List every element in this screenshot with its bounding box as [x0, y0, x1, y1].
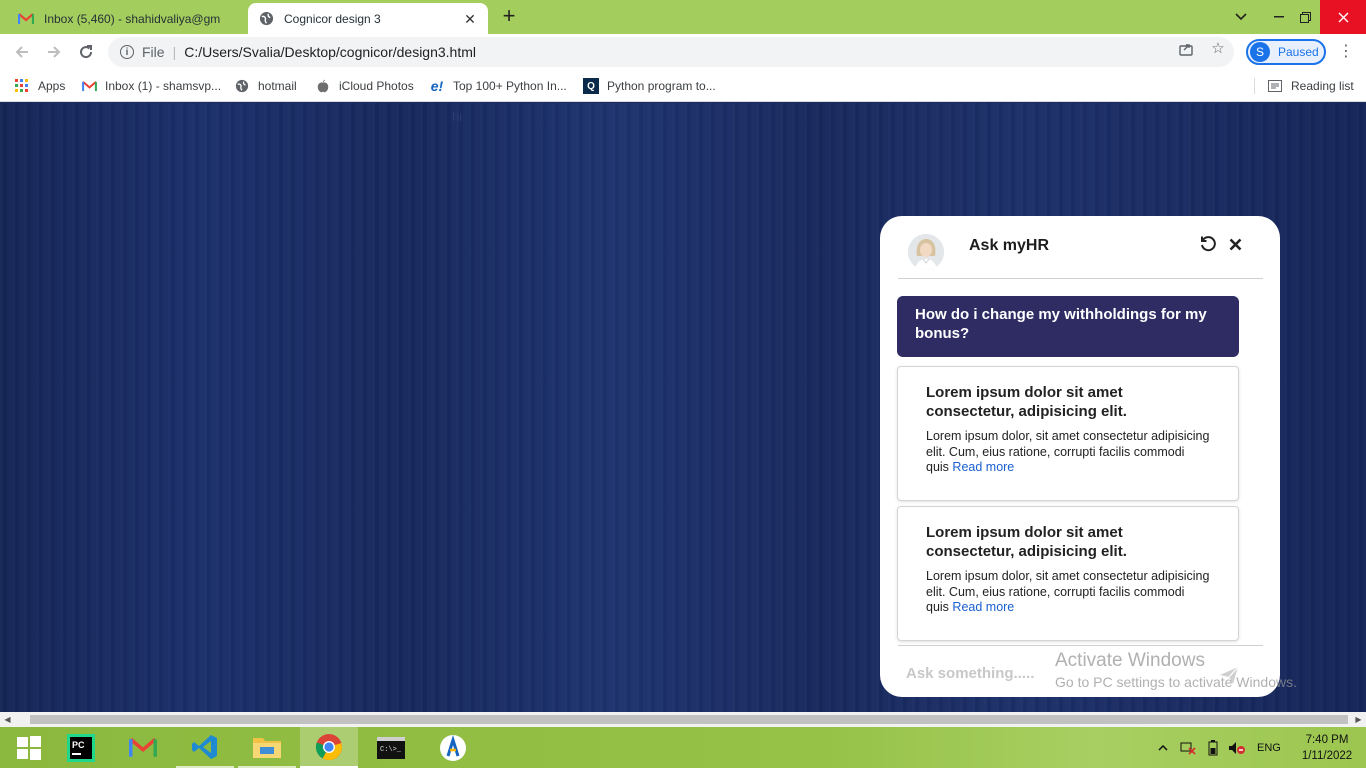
edureka-icon: e! [430, 78, 444, 94]
profile-button[interactable]: S Paused [1246, 39, 1326, 65]
globe-icon [258, 11, 274, 27]
bookmark-divider [1254, 78, 1255, 94]
chat-widget: Ask myHR How do i change my withholdings… [880, 216, 1280, 697]
tab-strip: Inbox (5,460) - shahidvaliya@gm Cognicor… [0, 0, 1366, 34]
reading-list-button[interactable]: Reading list [1267, 76, 1354, 96]
pycharm-taskbar-icon[interactable]: PC [52, 727, 110, 768]
gmail-icon [18, 11, 34, 27]
vscode-taskbar-icon[interactable] [176, 727, 234, 768]
answer-card: Lorem ipsum dolor sit amet consectetur, … [897, 506, 1239, 641]
tab-title: Inbox (5,460) - shahidvaliya@gm [44, 11, 221, 26]
user-message-bubble: How do i change my withholdings for my b… [897, 296, 1239, 357]
address-bar[interactable]: i File | C:/Users/Svalia/Desktop/cognico… [108, 37, 1234, 67]
tab-search-chevron-icon[interactable] [1224, 0, 1258, 34]
url-text[interactable]: C:/Users/Svalia/Desktop/cognicor/design3… [184, 44, 476, 60]
forward-arrow-icon[interactable] [44, 42, 64, 62]
close-window-button[interactable] [1320, 0, 1366, 34]
bot-avatar [908, 234, 944, 270]
bookmark-gmail-inbox[interactable]: Inbox (1) - shamsvp... [81, 76, 221, 96]
command-prompt-taskbar-icon[interactable]: C:\>_ [362, 727, 420, 768]
gmail-icon [81, 78, 97, 94]
battery-icon[interactable] [1208, 727, 1218, 768]
back-arrow-icon[interactable] [12, 42, 32, 62]
watermark-title: Activate Windows [1055, 650, 1205, 671]
bookmark-label: Apps [38, 79, 66, 93]
reading-list-icon [1267, 78, 1283, 94]
tab-gmail-inbox[interactable]: Inbox (5,460) - shahidvaliya@gm [8, 3, 248, 34]
gmail-taskbar-icon[interactable] [114, 727, 172, 768]
scrollbar-thumb[interactable] [30, 715, 1348, 724]
clock-date: 1/11/2022 [1301, 750, 1353, 762]
profile-avatar: S [1250, 42, 1270, 62]
windows-taskbar: PC C:\>_ ENG 7:40 PM 1/11/2022 [0, 727, 1366, 768]
scheme-separator: | [172, 44, 177, 60]
bookmarks-bar: Apps Inbox (1) - shamsvp... hotmail iClo… [0, 70, 1366, 102]
reload-icon[interactable] [76, 42, 96, 62]
card-title: Lorem ipsum dolor sit amet consectetur, … [926, 384, 1127, 420]
share-icon[interactable] [1178, 41, 1194, 57]
clock-time: 7:40 PM [1305, 734, 1349, 746]
svg-text:PC: PC [72, 740, 85, 750]
card-body: Lorem ipsum dolor, sit amet consectetur … [926, 569, 1210, 616]
volume-muted-icon[interactable] [1228, 727, 1246, 768]
browser-toolbar: i File | C:/Users/Svalia/Desktop/cognico… [0, 34, 1366, 70]
profile-status: Paused [1278, 45, 1319, 59]
restore-button[interactable] [1288, 0, 1322, 34]
bookmark-label: hotmail [258, 79, 297, 93]
apple-icon [315, 78, 331, 94]
bookmark-python-interview[interactable]: e! Top 100+ Python In... [429, 76, 567, 96]
chat-header: Ask myHR [898, 216, 1263, 279]
scroll-left-arrow-icon[interactable]: ◀ [0, 712, 15, 727]
close-tab-icon[interactable]: ✕ [462, 11, 478, 27]
star-bookmark-icon[interactable]: ☆ [1210, 41, 1226, 57]
card-title: Lorem ipsum dolor sit amet consectetur, … [926, 524, 1127, 560]
hi-text: hi [452, 109, 463, 124]
read-more-link[interactable]: Read more [952, 460, 1014, 474]
bookmark-apps[interactable]: Apps [14, 76, 65, 96]
watermark-subtitle: Go to PC settings to activate Windows. [1055, 674, 1297, 690]
bookmark-label: Python program to... [607, 79, 716, 93]
bookmark-label: Top 100+ Python In... [453, 79, 567, 93]
new-tab-button[interactable]: + [498, 5, 520, 28]
language-indicator[interactable]: ENG [1257, 727, 1281, 768]
refresh-icon[interactable] [1198, 234, 1218, 254]
horizontal-scrollbar[interactable]: ◀ ▶ [0, 712, 1366, 727]
app-launcher-taskbar-icon[interactable] [424, 727, 482, 768]
tab-title: Cognicor design 3 [284, 11, 381, 26]
svg-text:C:\>_: C:\>_ [380, 746, 402, 754]
scheme-label: File [142, 44, 165, 60]
info-icon[interactable]: i [120, 45, 134, 59]
page-viewport: hi Ask myHR How do i change my withholdi… [0, 103, 1366, 712]
start-button[interactable] [0, 727, 58, 768]
bookmark-hotmail[interactable]: hotmail [234, 76, 297, 96]
apps-grid-icon [14, 78, 30, 94]
more-menu-icon[interactable]: ⋮ [1338, 42, 1354, 62]
tab-cognicor-design[interactable]: Cognicor design 3 ✕ [248, 3, 488, 34]
chrome-taskbar-icon[interactable] [300, 727, 358, 768]
chat-title: Ask myHR [969, 237, 1050, 254]
scroll-right-arrow-icon[interactable]: ▶ [1351, 712, 1366, 727]
activate-windows-watermark: Activate Windows Go to PC settings to ac… [1055, 650, 1297, 690]
bookmark-label: iCloud Photos [339, 79, 414, 93]
globe-icon [234, 78, 250, 94]
bookmark-label: Inbox (1) - shamsvp... [105, 79, 222, 93]
card-body: Lorem ipsum dolor, sit amet consectetur … [926, 429, 1210, 476]
answer-card: Lorem ipsum dolor sit amet consectetur, … [897, 366, 1239, 501]
bracket-q-icon: Q [583, 78, 599, 94]
show-hidden-icons-chevron-icon[interactable] [1158, 727, 1168, 768]
close-icon[interactable] [1225, 234, 1245, 254]
bookmark-icloud-photos[interactable]: iCloud Photos [315, 76, 414, 96]
file-explorer-taskbar-icon[interactable] [238, 727, 296, 768]
bookmark-python-program[interactable]: Q Python program to... [583, 76, 716, 96]
chat-footer-divider [898, 645, 1263, 646]
taskbar-clock[interactable]: 7:40 PM 1/11/2022 [1292, 732, 1362, 764]
read-more-link[interactable]: Read more [952, 600, 1014, 614]
reading-list-label: Reading list [1291, 79, 1354, 93]
network-status-icon[interactable] [1180, 727, 1196, 768]
